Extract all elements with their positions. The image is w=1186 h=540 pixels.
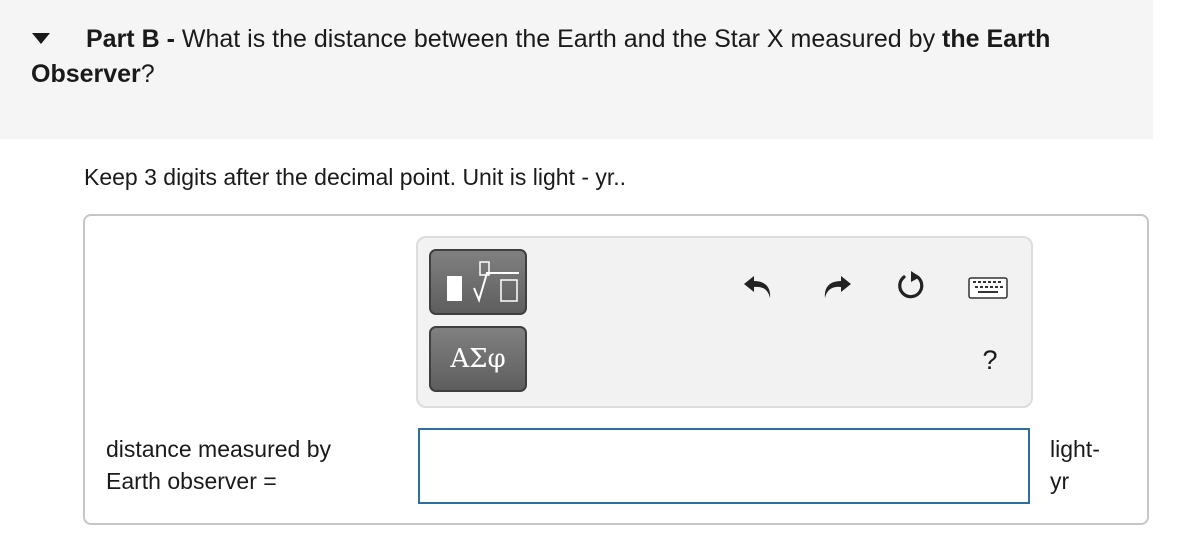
keyboard-icon bbox=[968, 277, 1008, 299]
unit-label: light- yr bbox=[1050, 433, 1130, 497]
answer-input[interactable] bbox=[418, 428, 1030, 504]
redo-button[interactable] bbox=[815, 266, 855, 306]
unit-label-line2: yr bbox=[1050, 468, 1070, 494]
answer-label-line2: Earth observer = bbox=[106, 468, 277, 494]
instructions: Keep 3 digits after the decimal point. U… bbox=[84, 164, 627, 190]
help-button[interactable]: ? bbox=[975, 342, 1005, 378]
collapse-caret-icon[interactable] bbox=[32, 32, 50, 44]
part-question: Part B - What is the distance between th… bbox=[31, 22, 1121, 92]
undo-icon bbox=[744, 276, 771, 298]
redo-icon bbox=[824, 276, 851, 298]
templates-icon bbox=[447, 261, 519, 303]
unit-label-line1: light- bbox=[1050, 436, 1100, 462]
part-label: Part B - bbox=[86, 25, 175, 53]
question-text: What is the distance between the Earth a… bbox=[174, 25, 943, 53]
symbols-button[interactable]: ΑΣφ bbox=[429, 326, 527, 392]
reset-icon bbox=[898, 271, 924, 299]
reset-button[interactable] bbox=[891, 266, 931, 306]
templates-button[interactable] bbox=[429, 249, 527, 315]
keyboard-button[interactable] bbox=[967, 268, 1011, 308]
undo-button[interactable] bbox=[740, 266, 780, 306]
question-end: ? bbox=[140, 60, 155, 88]
answer-label-line1: distance measured by bbox=[106, 436, 332, 462]
answer-label: distance measured by Earth observer = bbox=[106, 433, 406, 497]
symbols-label: ΑΣφ bbox=[450, 344, 506, 374]
